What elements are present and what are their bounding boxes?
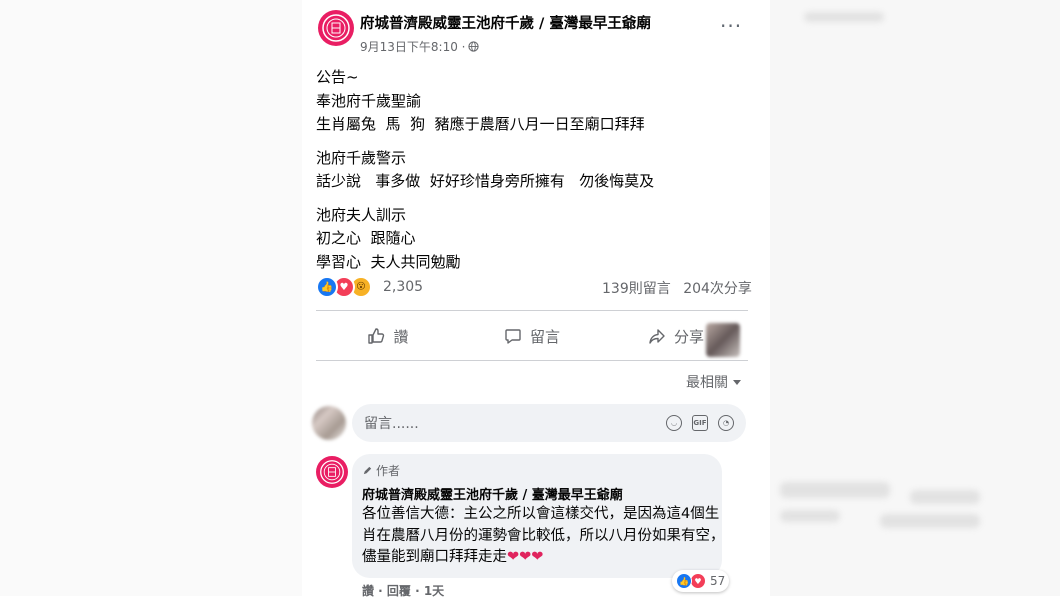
comment-input[interactable]: 留言...... ◡ GIF ◔ bbox=[352, 404, 746, 442]
comment-sort-dropdown[interactable]: 最相關 bbox=[686, 372, 742, 392]
post-stats: 139則留言 204次分享 bbox=[602, 278, 752, 298]
reaction-summary[interactable]: 👍 ♥ 😮 2,305 bbox=[316, 276, 423, 298]
page-name[interactable]: 府城普濟殿威靈王池府千歲 / 臺灣最早王爺廟 bbox=[360, 12, 651, 33]
post-line: 奉池府千歲聖諭 bbox=[316, 91, 422, 110]
like-label[interactable]: 讚 bbox=[393, 326, 408, 347]
comment-author-avatar[interactable] bbox=[316, 456, 348, 488]
emoji-icon[interactable]: ◡ bbox=[666, 415, 682, 431]
post-paragraph: 公告~ 奉池府千歲聖諭 生肖屬兔 馬 狗 豬應于農曆八月一日至廟口拜拜 bbox=[316, 66, 654, 137]
comment-line: 肖在農曆八月份的運勢會比較低，所以八月份如果有空， bbox=[362, 527, 725, 544]
love-reaction-icon: ♥ bbox=[690, 573, 706, 589]
comment-reaction-summary[interactable]: 👍 ♥ 57 bbox=[672, 570, 730, 592]
comment-count[interactable]: 139則留言 bbox=[602, 281, 671, 297]
chevron-down-icon bbox=[733, 380, 741, 385]
post-card: 府城普濟殿威靈王池府千歲 / 臺灣最早王爺廟 9月13日下午8:10 · ···… bbox=[302, 0, 770, 599]
pencil-icon bbox=[363, 466, 372, 475]
comment-line: 儘量能到廟口拜拜走走 bbox=[362, 549, 507, 565]
more-options-icon[interactable]: ··· bbox=[720, 16, 742, 36]
like-reaction-icon: 👍 bbox=[316, 276, 338, 298]
post-timestamp[interactable]: 9月13日下午8:10 · bbox=[360, 38, 480, 55]
post-time-text[interactable]: 9月13日下午8:10 · bbox=[360, 38, 465, 55]
heart-icon: ❤❤❤ bbox=[507, 549, 544, 565]
comment-button[interactable]: 留言 bbox=[460, 326, 604, 347]
comment-label[interactable]: 留言 bbox=[530, 326, 560, 347]
share-label[interactable]: 分享 bbox=[674, 326, 704, 347]
like-button[interactable]: 讚 bbox=[316, 326, 460, 347]
comment-line-last: 儘量能到廟口拜拜走走❤❤❤ bbox=[362, 547, 714, 569]
globe-icon bbox=[468, 41, 480, 52]
gif-icon[interactable]: GIF bbox=[692, 415, 708, 431]
divider bbox=[316, 310, 748, 311]
post-paragraph: 池府千歲警示 話少說 事多做 好好珍惜身旁所擁有 勿後悔莫及 bbox=[316, 147, 654, 194]
comment-text: 各位善信大德：主公之所以會這樣交代，是因為這4個生 肖在農曆八月份的運勢會比較低… bbox=[362, 504, 725, 569]
author-badge: 作者 bbox=[362, 462, 400, 479]
post-line: 話少說 事多做 好好珍惜身旁所擁有 勿後悔莫及 bbox=[316, 172, 655, 190]
post-line: 池府夫人訓示 bbox=[316, 205, 407, 224]
comment-bubble: 作者 府城普濟殿威靈王池府千歲 / 臺灣最早王爺廟 各位善信大德：主公之所以會這… bbox=[352, 454, 725, 578]
page-avatar[interactable] bbox=[318, 10, 354, 46]
post-line: 學習心 夫人共同勉勵 bbox=[316, 252, 461, 271]
share-count[interactable]: 204次分享 bbox=[683, 281, 752, 297]
post-body: 公告~ 奉池府千歲聖諭 生肖屬兔 馬 狗 豬應于農曆八月一日至廟口拜拜 池府千歲… bbox=[316, 66, 654, 284]
comment-footer[interactable]: 讚 · 回覆 · 1天 bbox=[362, 582, 444, 599]
sticker-icon[interactable]: ◔ bbox=[718, 415, 734, 431]
like-reaction-icon: 👍 bbox=[676, 573, 692, 589]
temple-seal-icon bbox=[320, 460, 344, 484]
temple-seal-icon bbox=[322, 14, 350, 42]
background-right bbox=[770, 0, 1060, 596]
background-left bbox=[0, 0, 302, 596]
post-line: 生肖屬兔 馬 狗 豬應于農曆八月一日至廟口拜拜 bbox=[316, 115, 645, 133]
comment-reaction-count[interactable]: 57 bbox=[710, 574, 725, 588]
post-line: 初之心 跟隨心 bbox=[316, 229, 416, 247]
post-line: 公告~ bbox=[316, 68, 359, 86]
comment-input-tools: ◡ GIF ◔ bbox=[666, 415, 734, 431]
comment-icon bbox=[505, 329, 521, 344]
post-line: 池府千歲警示 bbox=[316, 148, 407, 167]
comment-author-name[interactable]: 府城普濟殿威靈王池府千歲 / 臺灣最早王爺廟 bbox=[362, 484, 623, 503]
current-user-avatar bbox=[312, 406, 346, 440]
reaction-count[interactable]: 2,305 bbox=[383, 279, 423, 295]
divider bbox=[316, 360, 748, 361]
sort-label[interactable]: 最相關 bbox=[686, 372, 728, 392]
like-icon bbox=[368, 328, 385, 344]
comment-placeholder[interactable]: 留言...... bbox=[364, 413, 666, 433]
post-paragraph: 池府夫人訓示 初之心 跟隨心 學習心 夫人共同勉勵 bbox=[316, 204, 654, 275]
blurred-avatar bbox=[706, 323, 740, 357]
comment-line: 各位善信大德：主公之所以會這樣交代，是因為這4個生 bbox=[362, 506, 720, 522]
share-icon bbox=[649, 329, 665, 344]
post-action-bar: 讚 留言 分享 bbox=[316, 316, 748, 356]
author-badge-label: 作者 bbox=[376, 464, 401, 478]
